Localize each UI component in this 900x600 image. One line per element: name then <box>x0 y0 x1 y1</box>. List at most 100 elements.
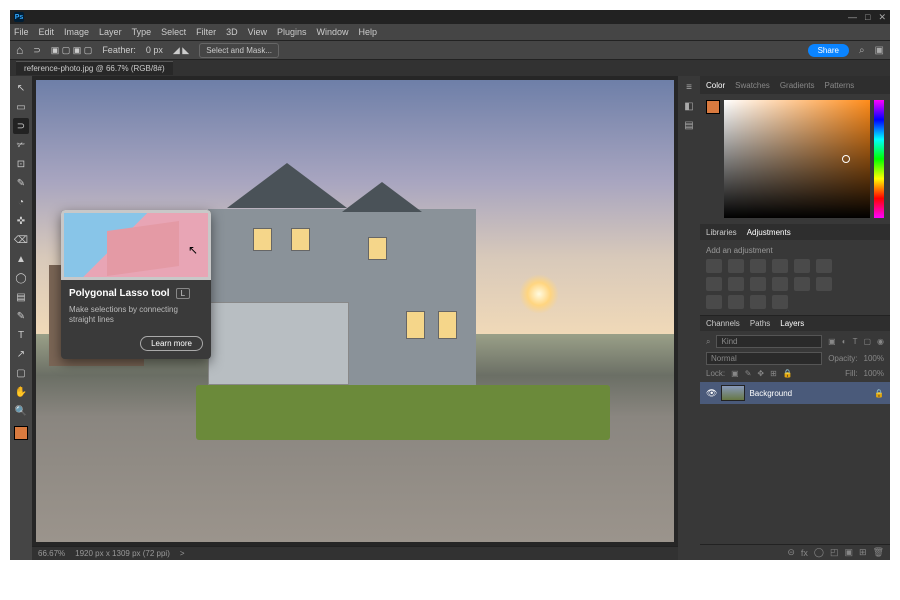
adj-exposure-icon[interactable] <box>772 259 788 273</box>
hand-tool[interactable]: ✋ <box>13 384 29 400</box>
adj-selective-color-icon[interactable] <box>750 295 766 309</box>
menu-filter[interactable]: Filter <box>196 27 216 37</box>
canvas[interactable]: ↖ Polygonal Lasso tool L Make selections… <box>36 80 674 542</box>
blend-mode-select[interactable]: Normal <box>706 352 822 365</box>
healing-tool[interactable]: ✜ <box>13 213 29 229</box>
hue-slider[interactable] <box>874 100 884 218</box>
adj-brightness-icon[interactable] <box>706 259 722 273</box>
lock-position-icon[interactable]: ✥ <box>757 369 764 378</box>
adj-more-icon[interactable] <box>772 295 788 309</box>
tab-layers[interactable]: Layers <box>780 319 804 328</box>
collapsed-panel-icon[interactable]: ◧ <box>684 101 693 112</box>
selection-mode-icons[interactable]: ▣ ▢ ▣ ▢ <box>51 45 93 56</box>
layer-thumbnail[interactable] <box>721 385 745 401</box>
frame-tool[interactable]: ✎ <box>13 175 29 191</box>
anti-alias-icons[interactable]: ◢ ◣ <box>173 45 189 56</box>
gradient-tool[interactable]: ✎ <box>13 308 29 324</box>
select-and-mask-button[interactable]: Select and Mask... <box>199 43 279 58</box>
document-tab[interactable]: reference-photo.jpg @ 66.7% (RGB/8#) <box>16 61 173 75</box>
stamp-tool[interactable]: ▲ <box>13 251 29 267</box>
menu-select[interactable]: Select <box>161 27 186 37</box>
tab-paths[interactable]: Paths <box>750 319 770 328</box>
adj-photo-filter-icon[interactable] <box>728 277 744 291</box>
menu-image[interactable]: Image <box>64 27 89 37</box>
tab-swatches[interactable]: Swatches <box>735 81 770 90</box>
eyedropper-tool[interactable]: ◔ <box>13 194 29 210</box>
filter-smart-icon[interactable]: ◉ <box>877 337 884 346</box>
tab-patterns[interactable]: Patterns <box>825 81 855 90</box>
adj-color-lookup-icon[interactable] <box>772 277 788 291</box>
lasso-tool[interactable]: ⊃ <box>13 118 29 134</box>
new-layer-icon[interactable]: ⊞ <box>859 547 867 558</box>
menu-3d[interactable]: 3D <box>226 27 238 37</box>
shape-tool[interactable]: ▢ <box>13 365 29 381</box>
adj-bw-icon[interactable] <box>706 277 722 291</box>
filter-adj-icon[interactable]: ◐ <box>842 337 847 346</box>
share-button[interactable]: Share <box>808 44 849 57</box>
menu-help[interactable]: Help <box>359 27 378 37</box>
menu-file[interactable]: File <box>14 27 29 37</box>
menu-view[interactable]: View <box>248 27 267 37</box>
adj-gradient-map-icon[interactable] <box>728 295 744 309</box>
brush-tool[interactable]: ⌫ <box>13 232 29 248</box>
learn-more-button[interactable]: Learn more <box>140 336 203 351</box>
menu-layer[interactable]: Layer <box>99 27 122 37</box>
lock-artboard-icon[interactable]: ⊞ <box>770 369 777 378</box>
link-layers-icon[interactable]: ⊝ <box>787 547 795 558</box>
feather-input[interactable]: 0 px <box>146 45 163 55</box>
type-tool[interactable]: T <box>13 327 29 343</box>
adj-invert-icon[interactable] <box>794 277 810 291</box>
foreground-swatch[interactable] <box>706 100 720 114</box>
adjustment-layer-icon[interactable]: ◰ <box>830 547 839 558</box>
search-icon[interactable]: ⌕ <box>706 337 710 347</box>
tab-gradients[interactable]: Gradients <box>780 81 815 90</box>
menu-window[interactable]: Window <box>317 27 349 37</box>
color-swatches[interactable] <box>14 426 28 440</box>
fx-icon[interactable]: fx <box>801 548 808 558</box>
home-button[interactable]: ⌂ <box>16 43 23 57</box>
color-field[interactable] <box>724 100 870 218</box>
adj-posterize-icon[interactable] <box>816 277 832 291</box>
menu-type[interactable]: Type <box>132 27 152 37</box>
fill-value[interactable]: 100% <box>864 369 884 378</box>
pen-tool[interactable]: ↗ <box>13 346 29 362</box>
tab-channels[interactable]: Channels <box>706 319 740 328</box>
layer-row[interactable]: 👁 Background 🔒 <box>700 382 890 404</box>
layer-filter-kind[interactable]: Kind <box>716 335 822 348</box>
lock-all-icon[interactable]: 🔒 <box>783 369 793 378</box>
tab-adjustments[interactable]: Adjustments <box>747 228 791 237</box>
marquee-tool[interactable]: ▭ <box>13 99 29 115</box>
move-tool[interactable]: ↖ <box>13 80 29 96</box>
adj-levels-icon[interactable] <box>728 259 744 273</box>
status-arrow[interactable]: > <box>180 549 185 558</box>
filter-type-icon[interactable]: T <box>853 337 858 346</box>
history-brush-tool[interactable]: ◯ <box>13 270 29 286</box>
adj-curves-icon[interactable] <box>750 259 766 273</box>
lasso-tool-icon[interactable]: ⊃ <box>33 45 41 56</box>
zoom-level[interactable]: 66.67% <box>38 549 65 558</box>
minimize-button[interactable]: — <box>848 12 857 23</box>
close-button[interactable]: ✕ <box>878 12 886 23</box>
lock-transparency-icon[interactable]: ▣ <box>731 369 739 378</box>
opacity-value[interactable]: 100% <box>864 354 884 363</box>
mask-icon[interactable]: ◯ <box>814 547 824 558</box>
selection-tool[interactable]: ✃ <box>13 137 29 153</box>
layer-name[interactable]: Background <box>749 389 792 398</box>
workspace-icon[interactable]: ▣ <box>875 45 884 56</box>
tab-libraries[interactable]: Libraries <box>706 228 737 237</box>
adj-hue-icon[interactable] <box>816 259 832 273</box>
visibility-icon[interactable]: 👁 <box>706 388 717 399</box>
search-icon[interactable]: ⌕ <box>859 45 865 56</box>
maximize-button[interactable]: □ <box>865 12 870 23</box>
menu-edit[interactable]: Edit <box>39 27 55 37</box>
adj-channel-mixer-icon[interactable] <box>750 277 766 291</box>
delete-layer-icon[interactable]: 🗑 <box>873 547 884 558</box>
collapsed-panel-icon[interactable]: ▤ <box>684 120 693 131</box>
filter-pixel-icon[interactable]: ▣ <box>828 337 836 346</box>
group-icon[interactable]: ▣ <box>845 547 854 558</box>
adj-vibrance-icon[interactable] <box>794 259 810 273</box>
adj-threshold-icon[interactable] <box>706 295 722 309</box>
eraser-tool[interactable]: ▤ <box>13 289 29 305</box>
tab-color[interactable]: Color <box>706 81 725 90</box>
lock-pixels-icon[interactable]: ✎ <box>745 369 752 378</box>
